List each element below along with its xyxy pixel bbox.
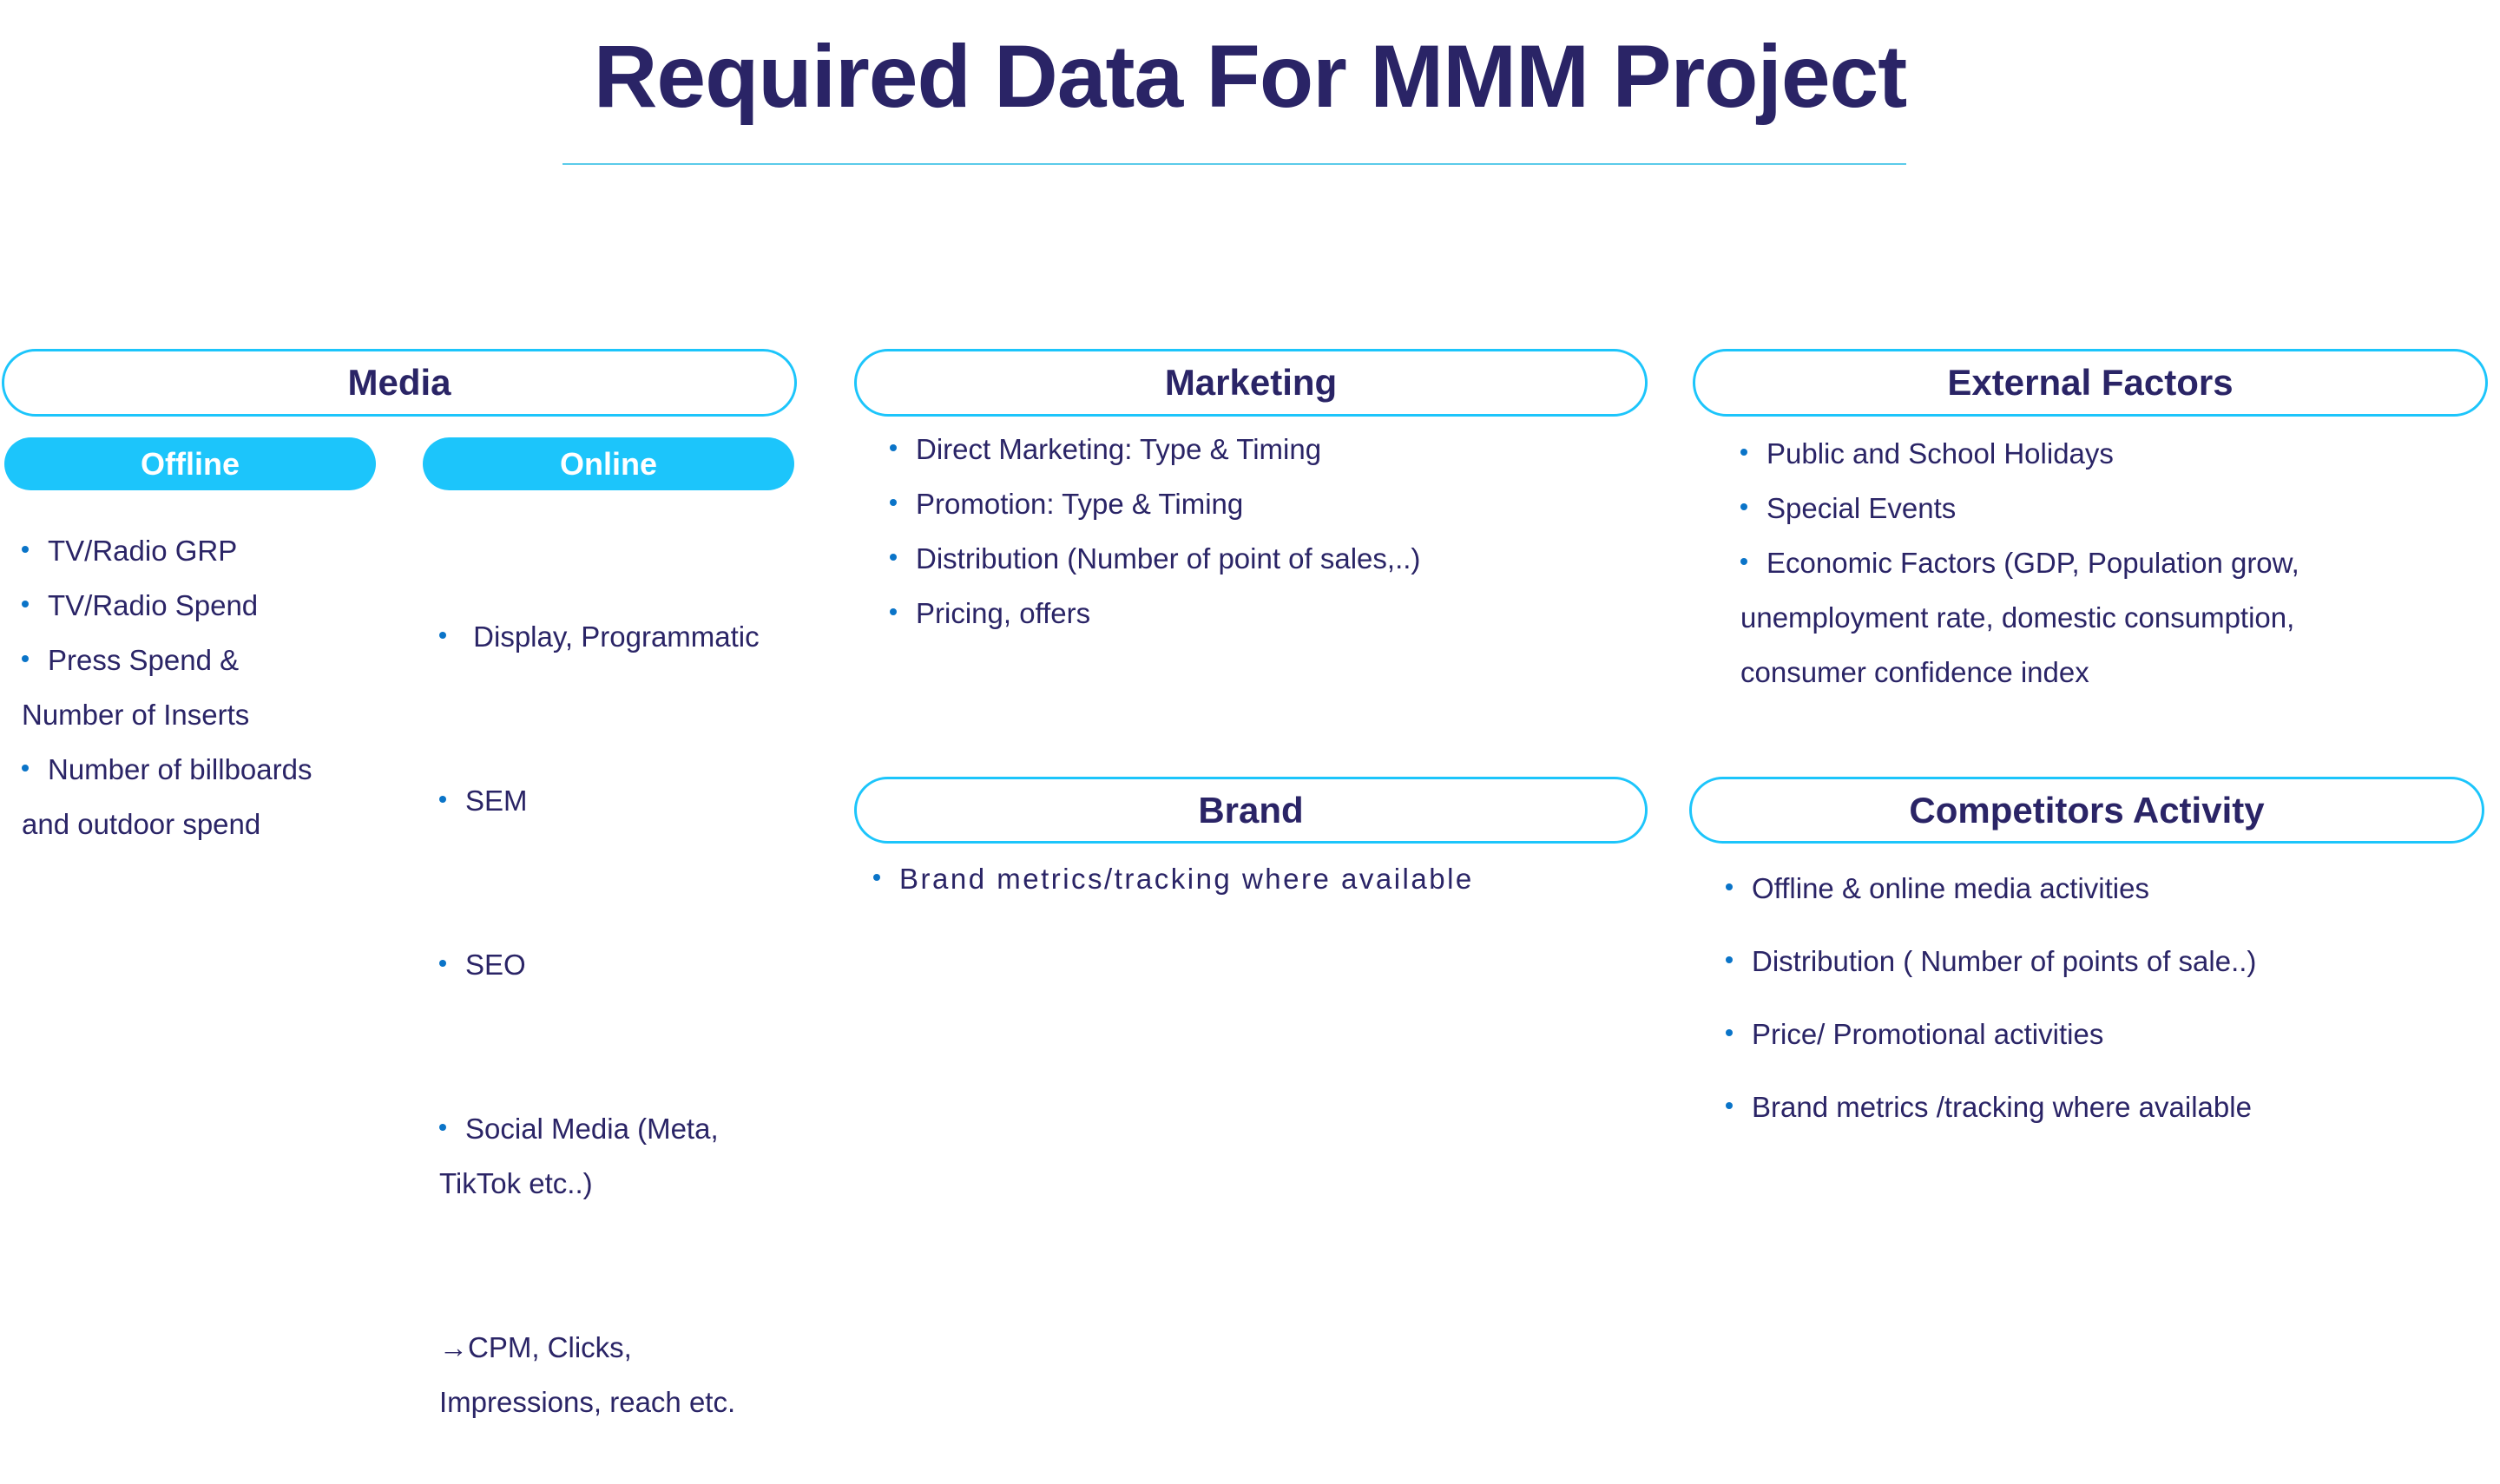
list-item-continuation: Number of Inserts — [22, 699, 250, 731]
list-item: Economic Factors (GDP, Population grow, u… — [1740, 535, 2487, 699]
external-factors-header-label: External Factors — [1947, 362, 2234, 403]
external-factors-list: Public and School Holidays Special Event… — [1740, 426, 2487, 699]
list-item: TV/Radio GRP — [22, 523, 386, 578]
list-item: Distribution ( Number of points of sale.… — [1726, 925, 2472, 998]
offline-list: TV/Radio GRP TV/Radio Spend Press Spend … — [22, 523, 386, 851]
list-item: Promotion: Type & Timing — [890, 476, 1636, 531]
bullet-icon — [1726, 1029, 1733, 1037]
brand-header: Brand — [854, 777, 1648, 844]
offline-header-label: Offline — [141, 445, 240, 482]
online-list: Display, Programmatic SEM SEO Social Med… — [439, 500, 804, 1484]
list-item: Brand metrics /tracking where available — [1726, 1071, 2472, 1144]
metrics-note: →CPM, Clicks, Impressions, reach etc. — [439, 1320, 804, 1429]
list-item-text: Offline & online media activities — [1752, 872, 2149, 904]
media-header: Media — [2, 349, 797, 417]
list-item-text: Pricing, offers — [916, 597, 1091, 629]
bullet-icon — [439, 1124, 446, 1132]
list-item: Direct Marketing: Type & Timing — [890, 422, 1636, 476]
bullet-icon — [22, 546, 29, 554]
metrics-note-line1: CPM, Clicks, — [468, 1331, 632, 1363]
brand-list: Brand metrics/tracking where available — [873, 851, 1637, 906]
bullet-icon — [890, 499, 897, 507]
bullet-icon — [439, 796, 446, 804]
list-item-continuation: consumer confidence index — [1740, 656, 2089, 688]
bullet-icon — [1740, 558, 1747, 566]
list-item-text: SEM — [465, 785, 528, 817]
online-header: Online — [423, 437, 794, 490]
list-item-text: TV/Radio GRP — [48, 535, 238, 567]
list-item-text: SEO — [465, 949, 526, 981]
list-item-text: Brand metrics/tracking where available — [899, 863, 1474, 895]
bullet-icon — [890, 554, 897, 561]
bullet-icon — [890, 608, 897, 616]
bullet-icon — [439, 632, 446, 640]
list-item-continuation: unemployment rate, domestic consumption, — [1740, 601, 2295, 634]
marketing-header: Marketing — [854, 349, 1648, 417]
list-item: Distribution (Number of point of sales,.… — [890, 531, 1636, 586]
list-item: Public and School Holidays — [1740, 426, 2487, 481]
media-header-label: Media — [347, 362, 451, 403]
bullet-icon — [22, 765, 29, 772]
marketing-list: Direct Marketing: Type & Timing Promotio… — [890, 422, 1636, 640]
bullet-icon — [22, 655, 29, 663]
list-item-text: Social Media (Meta, — [465, 1113, 719, 1145]
list-item-text: Economic Factors (GDP, Population grow, — [1766, 547, 2299, 579]
list-item: SEM — [439, 773, 804, 828]
list-item-text: Display, Programmatic — [465, 621, 760, 653]
title-divider — [562, 163, 1906, 165]
list-item: TV/Radio Spend — [22, 578, 386, 633]
list-item: Display, Programmatic — [439, 609, 804, 664]
list-item-text: Distribution ( Number of points of sale.… — [1752, 945, 2257, 977]
list-item-text: Brand metrics /tracking where available — [1752, 1091, 2252, 1123]
metrics-note-line2: Impressions, reach etc. — [439, 1386, 736, 1418]
list-item: Pricing, offers — [890, 586, 1636, 640]
arrow-right-icon: → — [439, 1331, 468, 1363]
bullet-icon — [1726, 1102, 1733, 1110]
bullet-icon — [22, 601, 29, 608]
list-item: Offline & online media activities — [1726, 852, 2472, 925]
list-item: Special Events — [1740, 481, 2487, 535]
competitors-activity-list: Offline & online media activities Distri… — [1726, 852, 2472, 1144]
external-factors-header: External Factors — [1693, 349, 2488, 417]
list-item: Social Media (Meta, TikTok etc..) — [439, 1101, 804, 1211]
bullet-icon — [1740, 503, 1747, 511]
bullet-icon — [1726, 956, 1733, 964]
list-item: Press Spend & Number of Inserts — [22, 633, 386, 742]
bullet-icon — [1726, 883, 1733, 891]
list-item-text: Number of billboards — [48, 753, 312, 785]
competitors-activity-header-label: Competitors Activity — [1909, 789, 2265, 831]
list-item: SEO — [439, 937, 804, 992]
list-item-text: Promotion: Type & Timing — [916, 488, 1244, 520]
offline-header: Offline — [4, 437, 376, 490]
brand-header-label: Brand — [1198, 789, 1304, 831]
list-item-continuation: and outdoor spend — [22, 808, 261, 840]
online-header-label: Online — [559, 445, 657, 482]
marketing-header-label: Marketing — [1164, 362, 1338, 403]
page-title: Required Data For MMM Project — [593, 27, 1908, 126]
list-item-text: TV/Radio Spend — [48, 589, 259, 621]
list-item-continuation: TikTok etc..) — [439, 1167, 593, 1199]
competitors-activity-header: Competitors Activity — [1689, 777, 2484, 844]
list-item-text: Press Spend & — [48, 644, 240, 676]
list-item-text: Special Events — [1766, 492, 1957, 524]
bullet-icon — [873, 874, 880, 882]
list-item-text: Public and School Holidays — [1766, 437, 2114, 469]
bullet-icon — [1740, 449, 1747, 456]
list-item-text: Distribution (Number of point of sales,.… — [916, 542, 1421, 575]
list-item-text: Price/ Promotional activities — [1752, 1018, 2104, 1050]
bullet-icon — [439, 960, 446, 968]
list-item: Price/ Promotional activities — [1726, 998, 2472, 1071]
list-item: Brand metrics/tracking where available — [873, 851, 1637, 906]
bullet-icon — [890, 444, 897, 452]
list-item: Number of billboards and outdoor spend — [22, 742, 386, 851]
list-item-text: Direct Marketing: Type & Timing — [916, 433, 1322, 465]
